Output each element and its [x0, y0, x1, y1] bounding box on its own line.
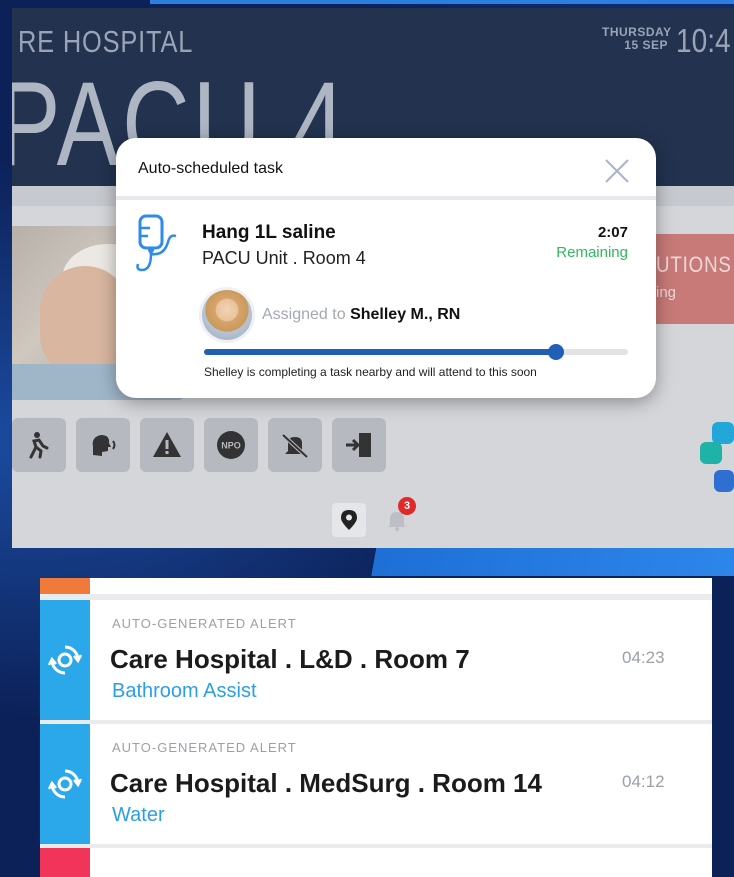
notifications-button[interactable]: 3: [380, 497, 416, 537]
accent-stripe-middle: [360, 548, 734, 576]
alert-stripe-partial: [40, 578, 90, 594]
no-alarm-tile[interactable]: [268, 418, 322, 472]
accent-stripe-top: [150, 0, 734, 4]
exit-tile[interactable]: [332, 418, 386, 472]
alert-card-partial: [90, 848, 712, 877]
alert-list: AUTO-GENERATED ALERT Care Hospital . L&D…: [40, 578, 712, 877]
assigned-to: Assigned to Shelley M., RN: [262, 306, 460, 324]
auto-sync-icon: [48, 645, 82, 675]
list-item[interactable]: AUTO-GENERATED ALERT Care Hospital . L&D…: [40, 600, 712, 720]
fall-risk-tile[interactable]: [12, 418, 66, 472]
alert-card-partial: [90, 578, 712, 594]
precautions-title: UTIONS: [656, 252, 732, 277]
countdown-label: Remaining: [556, 244, 628, 261]
avatar: [202, 290, 252, 340]
iv-bag-icon: [136, 214, 177, 272]
alert-stripe-partial: [40, 848, 90, 877]
progress-knob: [547, 344, 564, 360]
location-button[interactable]: [332, 503, 366, 537]
no-alarm-icon: [281, 433, 309, 459]
date-label: 15 SEP: [624, 38, 668, 52]
alert-kind: AUTO-GENERATED ALERT: [112, 740, 297, 755]
clock: 10:4: [676, 22, 731, 59]
close-button[interactable]: [600, 154, 634, 188]
exit-icon: [346, 433, 371, 457]
precautions-banner[interactable]: UTIONS ing: [652, 234, 734, 324]
speech-tile[interactable]: [76, 418, 130, 472]
dialog-divider: [116, 196, 656, 200]
dialog-title: Auto-scheduled task: [138, 160, 283, 177]
warning-tile[interactable]: [140, 418, 194, 472]
task-location: PACU Unit . Room 4: [202, 248, 366, 268]
assignee-name: Shelley M., RN: [350, 306, 461, 323]
alert-kind: AUTO-GENERATED ALERT: [112, 616, 297, 631]
auto-sync-icon: [48, 769, 82, 799]
fall-risk-icon: [29, 432, 49, 459]
alert-stripe: [40, 600, 90, 720]
status-note: Shelley is completing a task nearby and …: [204, 365, 537, 379]
precautions-subtitle: ing: [656, 284, 677, 301]
npo-tile[interactable]: NPO: [204, 418, 258, 472]
notification-badge: 3: [398, 497, 416, 515]
auto-scheduled-task-dialog: Auto-scheduled task Hang 1L saline PACU …: [116, 138, 656, 398]
brand-logo-icon: [700, 422, 734, 492]
board-footer-actions: 3: [332, 497, 416, 537]
npo-icon: NPO: [217, 431, 245, 459]
hospital-name: RE HOSPITAL: [18, 24, 194, 59]
alert-location: Care Hospital . MedSurg . Room 14: [110, 768, 542, 798]
alert-location: Care Hospital . L&D . Room 7: [110, 644, 470, 674]
svg-text:NPO: NPO: [221, 441, 241, 451]
status-icon-row: NPO: [12, 418, 386, 472]
assigned-prefix: Assigned to: [262, 306, 346, 323]
alert-request: Bathroom Assist: [112, 680, 257, 702]
speech-icon: [92, 435, 116, 456]
close-icon: [605, 159, 629, 183]
date-display: THURSDAY 15 SEP: [602, 26, 671, 52]
alert-stripe: [40, 724, 90, 844]
progress-fill: [204, 349, 556, 355]
warning-icon: [153, 432, 181, 457]
location-pin-icon: [341, 510, 357, 530]
countdown-timer: 2:07: [597, 224, 628, 241]
task-progress-bar: [204, 344, 628, 360]
list-item[interactable]: AUTO-GENERATED ALERT Care Hospital . Med…: [40, 724, 712, 844]
alert-time: 04:23: [622, 648, 665, 667]
alert-time: 04:12: [622, 772, 665, 791]
task-title: Hang 1L saline: [202, 222, 336, 243]
alert-request: Water: [112, 804, 165, 826]
